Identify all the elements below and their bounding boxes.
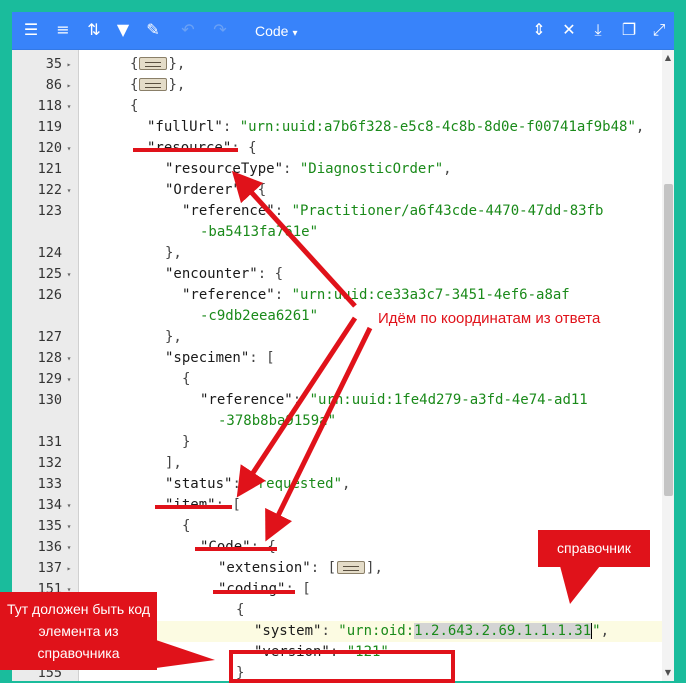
annotation-left-note: Тут доложен быть код элемента из справоч… (0, 592, 157, 670)
empty-code-box (229, 650, 455, 683)
callout-pointer-right (126, 566, 600, 668)
